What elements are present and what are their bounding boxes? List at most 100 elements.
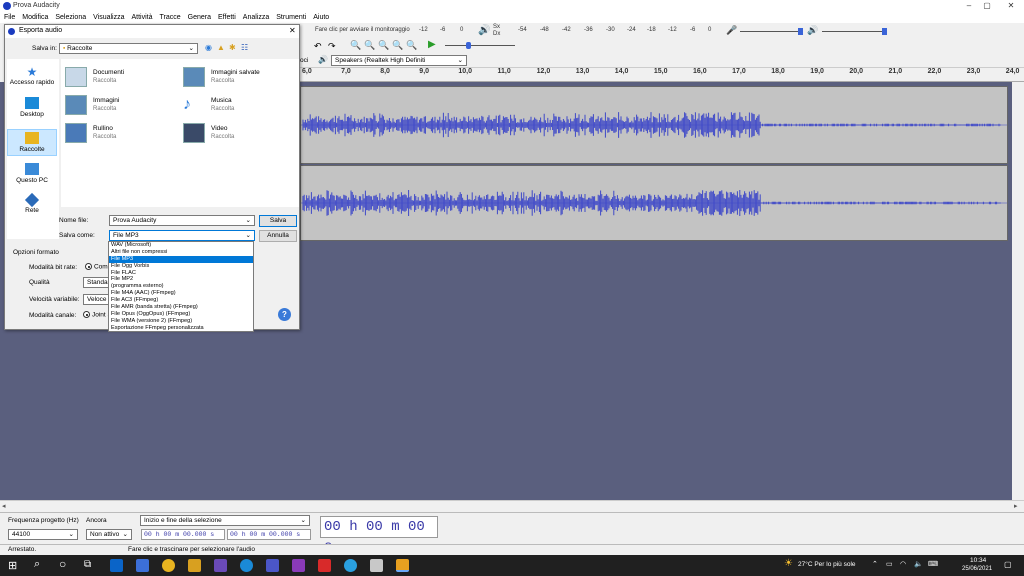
taskbar-date[interactable]: 25/06/2021 <box>962 566 992 572</box>
app-icon[interactable] <box>136 559 149 572</box>
timeline-ruler[interactable]: 6,0 7,0 8,0 9,0 10,0 11,0 12,0 13,0 14,0 15,0 16,0… <box>300 68 1024 82</box>
search-icon[interactable]: ⌕ <box>34 558 40 571</box>
chrome-icon[interactable] <box>162 559 175 572</box>
save-in-select[interactable]: ▪ Raccolte ⌄ <box>59 43 198 54</box>
recording-volume-slider[interactable] <box>740 31 802 32</box>
place-desktop[interactable]: Desktop <box>7 97 57 118</box>
pdf-icon[interactable] <box>318 559 331 572</box>
folder-documenti[interactable]: Documenti Raccolta <box>65 67 175 91</box>
format-option[interactable]: File MP2 <box>109 276 253 283</box>
format-option[interactable]: (programma esterno) <box>109 283 253 290</box>
tray-chevron-icon[interactable]: ⌃ <box>872 560 878 568</box>
onenote-icon[interactable] <box>292 559 305 572</box>
menu-visualizza[interactable]: Visualizza <box>89 12 127 21</box>
selection-end-time[interactable]: 00 h 00 m 00.000 s <box>227 529 311 540</box>
menu-aiuto[interactable]: Aiuto <box>309 12 332 21</box>
close-window-button[interactable]: ✕ <box>996 0 1024 12</box>
menu-seleziona[interactable]: Seleziona <box>51 12 89 21</box>
taskbar-time[interactable]: 10:34 <box>970 557 986 564</box>
horizontal-scrollbar[interactable]: ◂ ▸ <box>0 500 1024 512</box>
format-option[interactable]: File FLAC <box>109 270 253 277</box>
filename-input[interactable]: Prova Audacity ⌄ <box>109 215 255 226</box>
play-speed-thumb[interactable] <box>466 42 471 49</box>
menu-strumenti[interactable]: Strumenti <box>272 12 309 21</box>
telegram-icon[interactable] <box>344 559 357 572</box>
audacity-taskbar-icon[interactable] <box>396 559 409 572</box>
teams-icon[interactable] <box>266 559 279 572</box>
scroll-right-icon[interactable]: ▸ <box>1014 502 1018 510</box>
volume-tray-icon[interactable]: 🔈 <box>914 560 923 568</box>
format-option[interactable]: File Opus (OggOpus) (FFmpeg) <box>109 311 253 318</box>
fit-selection-icon[interactable]: 🔍 <box>378 40 389 51</box>
menu-genera[interactable]: Genera <box>184 12 214 21</box>
up-folder-icon[interactable]: ▲ <box>217 43 225 52</box>
folder-musica[interactable]: ♪ Musica Raccolta <box>183 95 293 119</box>
format-option[interactable]: Altri file non compressi <box>109 249 253 256</box>
back-icon[interactable]: ◉ <box>205 43 212 52</box>
place-libraries[interactable]: Raccolte <box>7 129 57 156</box>
menu-file[interactable]: File <box>0 12 18 21</box>
outlook-icon[interactable] <box>110 559 123 572</box>
new-folder-icon[interactable]: ✱ <box>229 43 236 52</box>
cortana-icon[interactable]: ○ <box>59 557 66 571</box>
format-option[interactable]: File WMA (versione 2) (FFmpeg) <box>109 318 253 325</box>
undo-icon[interactable]: ↶ <box>314 41 322 52</box>
wifi-icon[interactable]: ◠ <box>900 560 906 568</box>
audio-position-display[interactable]: 00 h 00 m 00 s <box>320 516 438 555</box>
recording-volume-thumb[interactable] <box>798 28 803 35</box>
menu-attivita[interactable]: Attività <box>128 12 156 21</box>
output-device-select[interactable]: Speakers (Realtek High Definiti ⌄ <box>331 55 467 66</box>
menu-analizza[interactable]: Analizza <box>239 12 272 21</box>
record-meter-hint[interactable]: Fare clic per avviare il monitoraggio <box>315 27 410 33</box>
save-button[interactable]: Salva <box>259 215 297 227</box>
zoom-toggle-icon[interactable]: 🔍 <box>406 40 417 51</box>
redo-icon[interactable]: ↷ <box>328 41 336 52</box>
place-this-pc[interactable]: Questo PC <box>7 163 57 184</box>
playback-volume-thumb[interactable] <box>882 28 887 35</box>
edge-icon[interactable] <box>240 559 253 572</box>
folder-video[interactable]: Video Raccolta <box>183 123 293 147</box>
folder-immagini[interactable]: Immagini Raccolta <box>65 95 175 119</box>
keyboard-icon[interactable]: ⌨ <box>928 560 938 568</box>
input-channels-select[interactable]: oci <box>300 57 308 64</box>
play-at-speed-icon[interactable]: ▶ <box>428 39 436 50</box>
notifications-icon[interactable]: ▢ <box>1004 560 1012 569</box>
project-rate-select[interactable]: 44100 ⌄ <box>8 529 78 540</box>
pen-app-icon[interactable] <box>370 559 383 572</box>
place-quick-access[interactable]: ★ Accesso rapido <box>7 65 57 86</box>
format-option[interactable]: File Ogg Vorbis <box>109 263 253 270</box>
play-speed-slider[interactable] <box>445 45 515 46</box>
fit-project-icon[interactable]: 🔍 <box>392 40 403 51</box>
menu-modifica[interactable]: Modifica <box>18 12 51 21</box>
file-explorer-icon[interactable] <box>188 559 201 572</box>
vertical-scrollbar[interactable] <box>1012 82 1024 500</box>
menu-effetti[interactable]: Effetti <box>214 12 239 21</box>
zoom-out-icon[interactable]: 🔍 <box>364 40 375 51</box>
help-button[interactable]: ? <box>278 308 291 321</box>
snap-select[interactable]: Non attivo ⌄ <box>86 529 132 540</box>
format-option[interactable]: File AC3 (FFmpeg) <box>109 297 253 304</box>
zoom-in-icon[interactable]: 🔍 <box>350 40 361 51</box>
folder-immagini-salvate[interactable]: Immagini salvate Raccolta <box>183 67 293 91</box>
dialog-close-button[interactable]: ✕ <box>289 26 296 35</box>
place-network[interactable]: Rete <box>7 192 57 214</box>
menu-tracce[interactable]: Tracce <box>156 12 184 21</box>
windows-start-icon[interactable]: ⊞ <box>8 559 17 572</box>
selection-mode-select[interactable]: Inizio e fine della selezione ⌄ <box>140 515 310 526</box>
format-option[interactable]: Esportazione FFmpeg personalizzata <box>109 325 253 332</box>
format-option[interactable]: File M4A (AAC) (FFmpeg) <box>109 290 253 297</box>
cancel-button[interactable]: Annulla <box>259 230 297 242</box>
bitrate-mode-radio[interactable]: Com <box>85 263 108 270</box>
format-option[interactable]: File AMR (banda stretta) (FFmpeg) <box>109 304 253 311</box>
view-menu-icon[interactable]: ☷ <box>241 43 248 52</box>
folder-rullino[interactable]: Rullino Raccolta <box>65 123 175 147</box>
task-view-icon[interactable]: ⧉ <box>84 559 91 570</box>
audio-track-right[interactable] <box>300 165 1008 241</box>
weather-text[interactable]: 27°C Per lo più sole <box>798 561 856 568</box>
audio-track-left[interactable] <box>300 86 1008 164</box>
viber-icon[interactable] <box>214 559 227 572</box>
selection-start-time[interactable]: 00 h 00 m 00.000 s <box>141 529 225 540</box>
save-as-select[interactable]: File MP3 ⌄ <box>109 230 255 241</box>
playback-volume-slider[interactable] <box>822 31 884 32</box>
scroll-left-icon[interactable]: ◂ <box>2 502 6 510</box>
